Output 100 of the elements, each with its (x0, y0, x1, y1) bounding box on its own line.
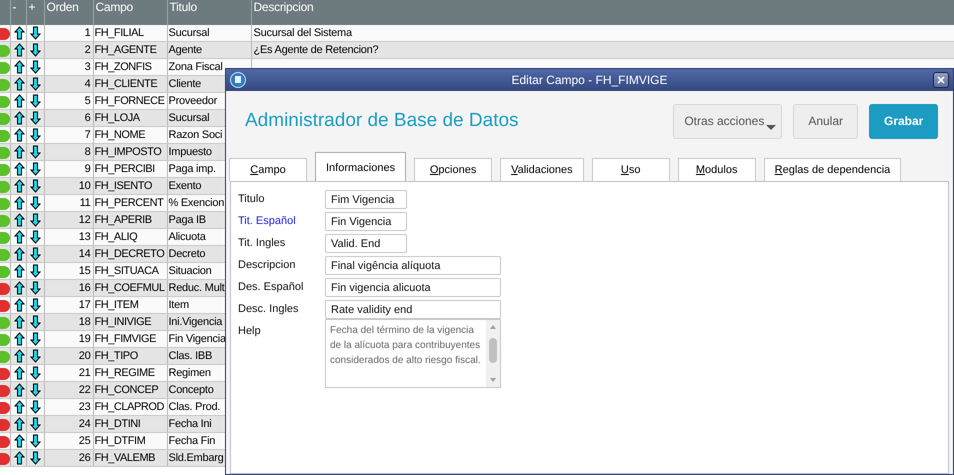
up-arrow-icon[interactable] (14, 77, 24, 91)
tab[interactable]: Campo (229, 158, 307, 181)
down-arrow-icon[interactable] (30, 349, 40, 363)
up-arrow-icon[interactable] (14, 383, 24, 397)
column-header[interactable]: - (10, 0, 26, 25)
title-cell: Cliente (168, 78, 201, 90)
field-name-cell: FH_DTINI (93, 416, 167, 432)
down-arrow-icon[interactable] (30, 43, 40, 57)
action-button[interactable]: Anular (793, 104, 858, 138)
down-arrow-icon[interactable] (30, 94, 40, 108)
up-arrow-icon[interactable] (14, 451, 24, 465)
up-arrow-icon[interactable] (14, 281, 24, 295)
tab[interactable]: Opciones (414, 158, 492, 181)
up-arrow-icon[interactable] (14, 162, 24, 176)
up-arrow-icon[interactable] (14, 196, 24, 210)
down-arrow-icon[interactable] (30, 366, 40, 380)
field-label: Help (238, 324, 262, 339)
title-cell: Razon Soci (168, 129, 222, 141)
up-arrow-icon[interactable] (14, 111, 24, 125)
up-arrow-icon[interactable] (14, 230, 24, 244)
field-label: Titulo (238, 192, 266, 207)
down-arrow-icon[interactable] (30, 315, 40, 329)
down-arrow-icon[interactable] (30, 196, 40, 210)
up-arrow-icon[interactable] (14, 264, 24, 278)
scrollbar[interactable] (486, 320, 500, 387)
down-arrow-icon[interactable] (30, 26, 40, 40)
order-cell: 3 (44, 58, 93, 76)
tab[interactable]: Informaciones (315, 152, 406, 182)
up-arrow-icon[interactable] (14, 417, 24, 431)
up-arrow-icon[interactable] (14, 179, 24, 193)
tab[interactable]: Reglas de dependencia (764, 158, 902, 181)
text-field[interactable]: Fin Vigencia (325, 212, 407, 231)
down-arrow-icon[interactable] (30, 298, 40, 312)
down-arrow-icon[interactable] (30, 230, 40, 244)
actions-menu-button[interactable]: Otras acciones (673, 104, 782, 138)
up-arrow-icon[interactable] (14, 315, 24, 329)
down-arrow-icon[interactable] (30, 145, 40, 159)
up-arrow-icon[interactable] (14, 213, 24, 227)
down-arrow-icon[interactable] (30, 400, 40, 414)
down-arrow-icon[interactable] (30, 111, 40, 125)
down-arrow-icon[interactable] (30, 383, 40, 397)
close-button[interactable] (933, 72, 949, 88)
column-header[interactable]: Orden (44, 0, 93, 25)
down-arrow-icon[interactable] (30, 213, 40, 227)
field-name-cell: FH_DTFIM (93, 432, 167, 450)
title-cell: Paga imp. (168, 163, 216, 175)
up-arrow-icon[interactable] (14, 298, 24, 312)
down-arrow-icon[interactable] (30, 77, 40, 91)
down-arrow-icon[interactable] (30, 264, 40, 278)
order-cell: 19 (44, 330, 93, 348)
up-arrow-icon[interactable] (14, 332, 24, 346)
help-field[interactable]: Fecha del término de la vigencia de la alícuota para contribuyentes considerados de alto riesgo fiscal. (325, 319, 501, 388)
down-arrow-icon[interactable] (30, 179, 40, 193)
text-field[interactable]: Final vigência alíquota (325, 256, 501, 275)
text-field[interactable]: Fim Vigencia (325, 190, 407, 209)
column-header[interactable]: + (26, 0, 44, 25)
order-cell: 23 (44, 398, 93, 416)
title-cell: Proveedor (168, 95, 218, 107)
order-cell: 10 (44, 178, 93, 194)
text-field[interactable]: Rate validity end (325, 300, 501, 319)
up-arrow-icon[interactable] (14, 145, 24, 159)
column-header[interactable]: Campo (93, 0, 167, 25)
order-cell: 7 (44, 126, 93, 144)
down-arrow-icon[interactable] (30, 128, 40, 142)
down-arrow-icon[interactable] (30, 417, 40, 431)
field-name-cell: FH_ISENTO (93, 178, 167, 194)
down-arrow-icon[interactable] (30, 60, 40, 74)
up-arrow-icon[interactable] (14, 26, 24, 40)
column-header[interactable]: Titulo (167, 0, 251, 25)
field-name-cell: FH_FIMVIGE (93, 330, 167, 348)
up-arrow-icon[interactable] (14, 366, 24, 380)
up-arrow-icon[interactable] (14, 434, 24, 448)
title-cell: Reduc. Mult (168, 282, 224, 294)
column-header[interactable]: Descripcion (251, 0, 954, 25)
title-cell: Fecha Fin (168, 435, 216, 447)
up-arrow-icon[interactable] (14, 43, 24, 57)
text-field[interactable]: Valid. End (325, 234, 407, 253)
field-name-cell: FH_REGIME (93, 364, 167, 382)
up-arrow-icon[interactable] (14, 400, 24, 414)
tab[interactable]: Uso (592, 158, 670, 181)
up-arrow-icon[interactable] (14, 349, 24, 363)
field-name-cell: FH_TIPO (93, 348, 167, 364)
text-field[interactable]: Fin vigencia alicuota (325, 278, 501, 297)
up-arrow-icon[interactable] (14, 60, 24, 74)
up-arrow-icon[interactable] (14, 128, 24, 142)
tab[interactable]: Validaciones (500, 158, 584, 181)
order-cell: 22 (44, 382, 93, 398)
down-arrow-icon[interactable] (30, 162, 40, 176)
down-arrow-icon[interactable] (30, 281, 40, 295)
down-arrow-icon[interactable] (30, 451, 40, 465)
tab[interactable]: Modulos (678, 158, 756, 181)
window-title: Editar Campo - FH_FIMVIGE (510, 73, 669, 87)
down-arrow-icon[interactable] (30, 332, 40, 346)
up-arrow-icon[interactable] (14, 94, 24, 108)
down-arrow-icon[interactable] (30, 247, 40, 261)
title-cell: Clas. IBB (168, 350, 212, 362)
down-arrow-icon[interactable] (30, 434, 40, 448)
order-cell: 15 (44, 262, 93, 280)
field-name-cell: FH_AGENTE (93, 42, 167, 58)
up-arrow-icon[interactable] (14, 247, 24, 261)
